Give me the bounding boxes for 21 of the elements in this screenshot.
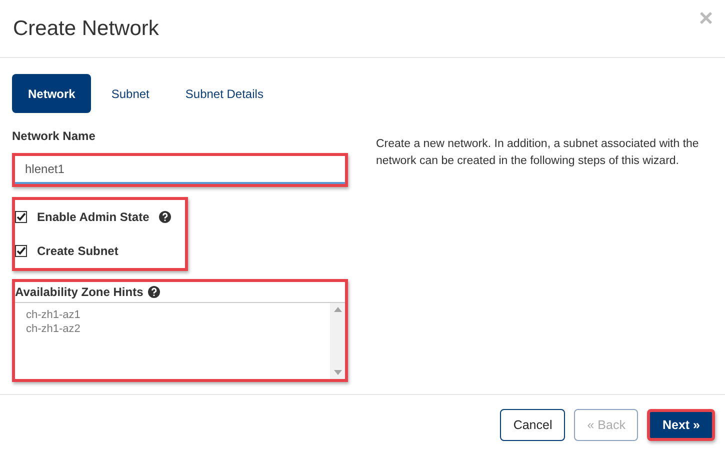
tab[interactable]: Subnet — [95, 74, 166, 113]
scrollbar[interactable] — [330, 303, 345, 379]
tab[interactable]: Subnet Details — [169, 74, 280, 113]
checkbox[interactable] — [15, 211, 27, 223]
checkbox[interactable] — [15, 245, 27, 257]
scroll-down-icon[interactable] — [334, 370, 342, 375]
list-option[interactable]: ch-zh1-az1 — [26, 308, 319, 322]
checkbox-label: Enable Admin State — [37, 210, 150, 224]
input-field[interactable]: hlenet1 — [15, 156, 345, 184]
dialog-title: Create Network — [13, 16, 159, 40]
cancel-button[interactable]: Cancel — [500, 408, 566, 440]
description-text: Create a new network. In addition, a subnet associated with the network can be created in the following steps of this wizard. — [376, 137, 700, 169]
tab[interactable]: Network — [12, 74, 92, 113]
field-label: Availability Zone Hints — [15, 285, 144, 299]
next-button[interactable]: Next » — [647, 408, 715, 440]
checkbox-label: Create Subnet — [37, 244, 118, 258]
help-icon — [148, 286, 160, 298]
list-option[interactable]: ch-zh1-az2 — [26, 322, 319, 336]
scroll-up-icon[interactable] — [334, 307, 342, 312]
field-label: Network Name — [12, 129, 96, 143]
list-field[interactable]: ch-zh1-az1 ch-zh1-az2 — [15, 302, 345, 379]
